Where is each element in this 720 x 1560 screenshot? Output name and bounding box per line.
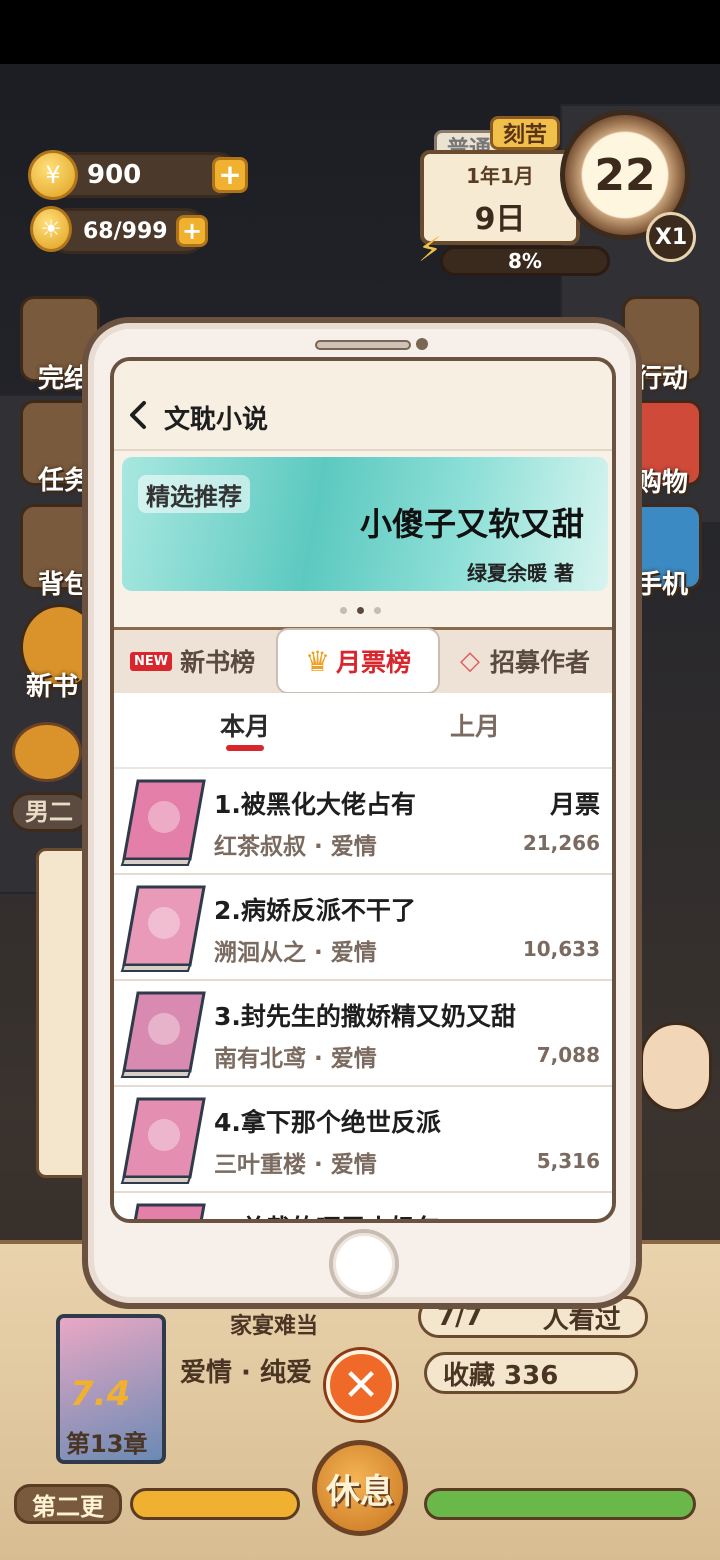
app-navbar: 文耽小说 [114, 361, 612, 451]
period-tabs: 本月 上月 [114, 693, 612, 769]
book-title: 4.拿下那个绝世反派 [214, 1108, 441, 1137]
book-cover-icon [120, 885, 206, 972]
back-arrow-icon[interactable] [124, 395, 152, 435]
book-author: 南有北鸢 · 爱情 [214, 1046, 377, 1072]
lightning-icon: ⚡ [418, 230, 442, 270]
tab-new-books-label: 新书榜 [180, 648, 256, 677]
coin-value: 900 [87, 160, 142, 190]
list-item[interactable]: 1.被黑化大佬占有 月票 红茶叔叔 · 爱情 21,266 [114, 769, 612, 875]
crown-icon: ♛ [304, 644, 331, 678]
mode-hard-tab[interactable]: 刻苦 [490, 116, 561, 150]
banner-author: 绿夏余暖 著 [467, 561, 574, 585]
phone-screen: 文耽小说 精选推荐 小傻子又软又甜 绿夏余暖 著 NEW 新书榜 ♛ 月票榜 ◇… [110, 357, 616, 1223]
book-author: 三叶重楼 · 爱情 [214, 1152, 377, 1178]
chapter-label: 第13章 [66, 1430, 148, 1458]
favorites-chip: 收藏 336 [424, 1352, 638, 1394]
character-avatar[interactable] [640, 1022, 712, 1112]
side-label-new-book: 新书 [26, 672, 79, 702]
energy-percent: 8% [508, 249, 542, 273]
add-ideas-button[interactable]: + [176, 215, 208, 247]
banner-title: 小傻子又软又甜 [359, 505, 584, 543]
side-label-shop: 购物 [636, 468, 689, 498]
book-votes: 21,266 [522, 831, 600, 855]
book-title: 家宴难当 [230, 1314, 319, 1339]
close-button[interactable]: ✕ [326, 1350, 396, 1420]
calendar: 1年1月 9日 [420, 150, 580, 245]
subtab-last-month[interactable]: 上月 [450, 707, 500, 743]
treasure-chest-icon[interactable] [12, 722, 82, 782]
book-cover-icon [120, 991, 206, 1078]
book-author: 红茶叔叔 · 爱情 [214, 834, 377, 860]
tab-recruit-label: 招募作者 [490, 648, 591, 677]
energy-bar: 8% [440, 246, 610, 276]
carousel-dot[interactable] [374, 607, 381, 614]
book-title: 2.病娇反派不干了 [214, 896, 416, 925]
carousel-dots [340, 607, 381, 614]
speed-multiplier-button[interactable]: X1 [646, 212, 696, 262]
coin-icon: ¥ [28, 150, 78, 200]
idea-value: 68/999 [83, 218, 168, 244]
second-update-button[interactable]: 第二更 [14, 1484, 122, 1524]
book-title: 1.被黑化大佬占有 [214, 790, 416, 819]
votes-header: 月票 [549, 790, 600, 819]
phone-home-button[interactable] [329, 1229, 399, 1299]
tab-monthly-votes[interactable]: ♛ 月票榜 [276, 628, 440, 694]
phone-camera [416, 338, 428, 350]
tab-new-books[interactable]: NEW 新书榜 [130, 630, 255, 692]
list-item[interactable]: 5.总裁的哑巴小奶包 [114, 1193, 612, 1219]
new-badge: NEW [130, 651, 173, 671]
calendar-day: 9日 [474, 202, 526, 237]
list-item[interactable]: 2.病娇反派不干了 溯洄从之 · 爱情 10,633 [114, 875, 612, 981]
book-title: 5.总裁的哑巴小奶包 [214, 1209, 441, 1219]
character-tag[interactable]: 男二 [10, 792, 90, 832]
banner-tag: 精选推荐 [138, 475, 250, 513]
lightbulb-icon: ☀ [30, 206, 72, 252]
carousel-dot-active[interactable] [357, 607, 364, 614]
book-cover-icon [120, 779, 206, 866]
featured-banner[interactable]: 精选推荐 小傻子又软又甜 绿夏余暖 著 [122, 457, 608, 591]
carousel-dot[interactable] [340, 607, 347, 614]
ranking-tabs: NEW 新书榜 ♛ 月票榜 ◇ 招募作者 [114, 627, 612, 694]
book-genre: 爱情 · 纯爱 [180, 1358, 312, 1388]
side-label-phone: 手机 [636, 570, 689, 600]
add-coins-button[interactable]: + [212, 157, 248, 193]
book-cover-icon [133, 1203, 206, 1219]
book-votes: 10,633 [522, 937, 600, 961]
book-author: 溯洄从之 · 爱情 [214, 940, 377, 966]
book-votes: 5,316 [536, 1149, 600, 1173]
book-cover-icon [120, 1097, 206, 1184]
calendar-month: 1年1月 [466, 164, 534, 188]
book-rating: 7.4 [70, 1374, 131, 1414]
tab-monthly-label: 月票榜 [336, 648, 412, 677]
side-label-action: 行动 [636, 364, 689, 394]
handshake-icon: ◇ [460, 646, 480, 676]
subtab-this-month[interactable]: 本月 [220, 707, 270, 743]
phone-frame: 文耽小说 精选推荐 小傻子又软又甜 绿夏余暖 著 NEW 新书榜 ♛ 月票榜 ◇… [82, 317, 642, 1309]
subtab-underline [226, 745, 264, 751]
page-title: 文耽小说 [164, 405, 269, 435]
clock-value: 22 [594, 149, 656, 201]
phone-speaker [315, 340, 411, 350]
energy-progress-bar [424, 1488, 696, 1520]
tab-recruit-authors[interactable]: ◇ 招募作者 [460, 630, 590, 692]
rest-button[interactable]: 休息 [312, 1440, 408, 1536]
list-item[interactable]: 3.封先生的撒娇精又奶又甜 南有北鸢 · 爱情 7,088 [114, 981, 612, 1087]
update-progress-bar [130, 1488, 300, 1520]
list-item[interactable]: 4.拿下那个绝世反派 三叶重楼 · 爱情 5,316 [114, 1087, 612, 1193]
book-votes: 7,088 [536, 1043, 600, 1067]
book-title: 3.封先生的撒娇精又奶又甜 [214, 1002, 516, 1031]
